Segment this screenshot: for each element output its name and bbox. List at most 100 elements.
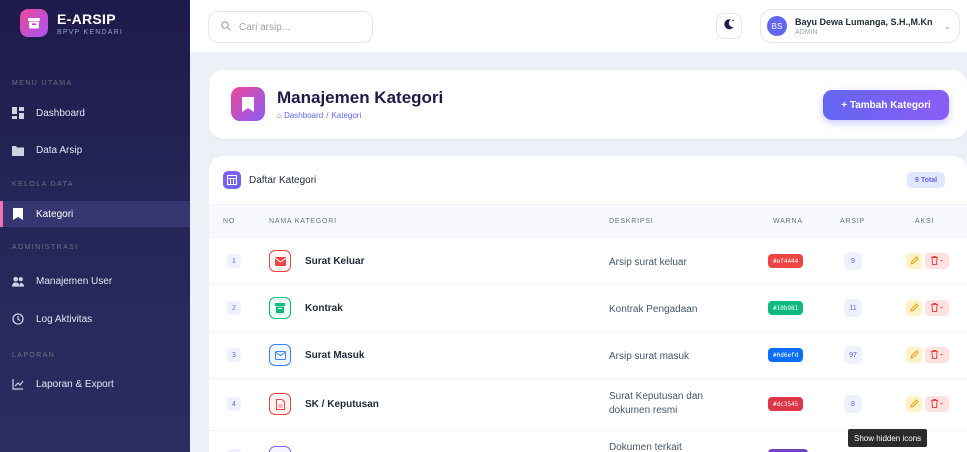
sidebar-item-manajemen-user[interactable]: Manajemen User xyxy=(0,268,190,294)
search-input[interactable]: Cari arsip... xyxy=(208,11,373,43)
category-description: Kontrak Pengadaan xyxy=(609,304,698,315)
users-icon xyxy=(12,275,24,287)
bookmark-icon xyxy=(12,208,24,220)
trash-icon xyxy=(930,395,944,413)
edit-button[interactable] xyxy=(906,300,922,316)
category-name: Surat Masuk xyxy=(305,350,365,361)
chart-line-icon xyxy=(12,378,24,390)
brand-subtitle: BPVP KENDARI xyxy=(57,28,124,36)
sidebar-item-label: Dashboard xyxy=(36,107,85,119)
column-header-nama: NAMA KATEGORI xyxy=(269,218,337,225)
user-role: ADMIN xyxy=(795,28,818,36)
category-list-card: Daftar Kategori 9 Total NO NAMA KATEGORI… xyxy=(209,156,967,452)
page-header: Manajemen Kategori ⌂ Dashboard / Kategori … xyxy=(209,70,967,139)
breadcrumb-current: Kategori xyxy=(331,111,362,120)
archive-count: 8 xyxy=(844,395,862,413)
category-name: SK / Keputusan xyxy=(305,399,379,410)
bookmark-icon xyxy=(231,87,265,121)
breadcrumb: ⌂ Dashboard / Kategori xyxy=(277,111,361,120)
archive-count: 9 xyxy=(844,252,862,270)
table-row[interactable]: 2 Kontrak Kontrak Pengadaan #10b981 11 xyxy=(209,285,967,332)
brand-name: E-ARSIP xyxy=(57,10,116,27)
category-description: Arsip surat keluar xyxy=(609,257,687,268)
category-description: Arsip surat masuk xyxy=(609,351,690,362)
table-header: NO NAMA KATEGORI DESKRIPSI WARNA ARSIP A… xyxy=(209,204,967,238)
table-icon xyxy=(223,171,241,189)
column-header-deskripsi: DESKRIPSI xyxy=(609,218,654,225)
section-administrasi: ADMINISTRASI xyxy=(12,244,79,251)
color-badge: #0d6efd xyxy=(768,348,804,362)
list-title: Daftar Kategori xyxy=(249,174,317,186)
brand[interactable]: E-ARSIP BPVP KENDARI xyxy=(0,0,190,46)
row-number: 2 xyxy=(227,301,241,315)
user-name: Bayu Dewa Lumanga, S.H.,M.Kn xyxy=(795,16,933,27)
archive-logo-icon xyxy=(20,9,48,37)
search-icon xyxy=(221,20,231,34)
page-title: Manajemen Kategori xyxy=(277,88,444,107)
trash-icon xyxy=(930,252,944,270)
clock-icon xyxy=(12,313,24,325)
sidebar-item-label: Manajemen User xyxy=(36,275,113,287)
sidebar-item-log-aktivitas[interactable]: Log Aktivitas xyxy=(0,306,190,332)
avatar: BS xyxy=(767,16,787,36)
sidebar-item-dashboard[interactable]: Dashboard xyxy=(0,100,190,126)
archive-count: 11 xyxy=(844,299,862,317)
pencil-icon xyxy=(909,252,919,270)
trash-icon xyxy=(930,299,944,317)
home-icon: ⌂ xyxy=(277,111,282,120)
row-number: 1 xyxy=(227,254,241,268)
trash-icon xyxy=(930,346,944,364)
moon-icon xyxy=(723,17,735,35)
delete-button[interactable] xyxy=(925,396,949,412)
sidebar-item-laporan-export[interactable]: Laporan & Export xyxy=(0,371,190,397)
grid-icon xyxy=(12,107,24,119)
pencil-icon xyxy=(909,299,919,317)
sidebar-item-kategori[interactable]: Kategori xyxy=(0,201,190,227)
archive-count: 97 xyxy=(844,346,862,364)
category-name: Surat Keluar xyxy=(305,256,365,267)
section-kelola-data: KELOLA DATA xyxy=(12,181,74,188)
tooltip: Show hidden icons xyxy=(848,429,928,447)
add-category-button[interactable]: + Tambah Kategori xyxy=(823,90,949,120)
theme-toggle-button[interactable] xyxy=(716,13,742,39)
delete-button[interactable] xyxy=(925,347,949,363)
edit-button[interactable] xyxy=(906,396,922,412)
edit-button[interactable] xyxy=(906,253,922,269)
sidebar-item-label: Kategori xyxy=(36,208,74,220)
sidebar: E-ARSIP BPVP KENDARI MENU UTAMA Dashboar… xyxy=(0,0,190,452)
file-icon xyxy=(269,393,291,415)
breadcrumb-home[interactable]: Dashboard xyxy=(284,111,323,120)
table-row[interactable]: 4 SK / Keputusan Surat Keputusan dan dok… xyxy=(209,379,967,431)
envelope-icon xyxy=(269,250,291,272)
delete-button[interactable] xyxy=(925,300,949,316)
edit-button[interactable] xyxy=(906,347,922,363)
sidebar-item-label: Log Aktivitas xyxy=(36,313,93,325)
delete-button[interactable] xyxy=(925,253,949,269)
pencil-icon xyxy=(909,346,919,364)
section-menu-utama: MENU UTAMA xyxy=(12,80,73,87)
topbar: Cari arsip... BS Bayu Dewa Lumanga, S.H.… xyxy=(190,0,967,52)
pencil-icon xyxy=(909,395,919,413)
search-placeholder: Cari arsip... xyxy=(239,21,291,33)
color-badge: #dc3545 xyxy=(768,397,804,411)
archive-icon xyxy=(269,297,291,319)
user-menu[interactable]: BS Bayu Dewa Lumanga, S.H.,M.Kn ADMIN ⌄ xyxy=(760,9,960,43)
color-badge: #ef4444 xyxy=(768,254,804,268)
column-header-arsip: ARSIP xyxy=(840,218,866,225)
sidebar-item-data-arsip[interactable]: Data Arsip xyxy=(0,137,190,163)
table-row[interactable]: 3 Surat Masuk Arsip surat masuk #0d6efd … xyxy=(209,332,967,379)
total-badge: 9 Total xyxy=(907,172,946,188)
breadcrumb-separator: / xyxy=(326,111,329,120)
category-description: Dokumen terkait xyxy=(609,442,682,452)
file-icon xyxy=(269,446,291,452)
row-number: 4 xyxy=(227,397,241,411)
sidebar-item-label: Data Arsip xyxy=(36,144,83,156)
color-badge: #10b981 xyxy=(768,301,804,315)
table-row[interactable]: 1 Surat Keluar Arsip surat keluar #ef444… xyxy=(209,238,967,285)
category-description: Surat Keputusan dan dokumen resmi xyxy=(609,391,703,416)
column-header-warna: WARNA xyxy=(773,218,803,225)
column-header-no: NO xyxy=(223,218,236,225)
chevron-down-icon: ⌄ xyxy=(943,20,951,31)
section-laporan: LAPORAN xyxy=(12,352,56,359)
envelope-open-icon xyxy=(269,344,291,366)
